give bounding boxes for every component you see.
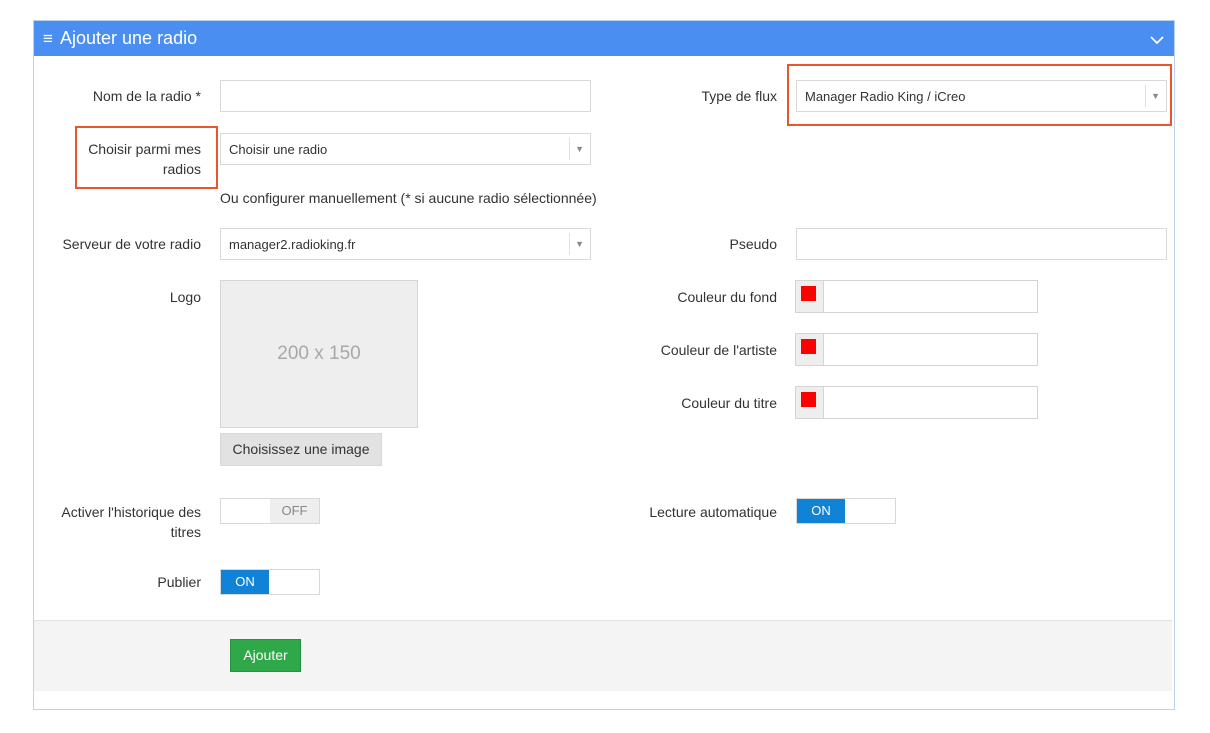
server-value: manager2.radioking.fr bbox=[229, 237, 356, 252]
pseudo-label: Pseudo bbox=[729, 236, 777, 252]
panel-title: Ajouter une radio bbox=[60, 28, 198, 48]
hamburger-icon: ≡ bbox=[43, 29, 53, 48]
pseudo-input[interactable] bbox=[796, 228, 1167, 260]
radio-name-input[interactable] bbox=[220, 80, 591, 112]
logo-label: Logo bbox=[169, 289, 201, 305]
chevron-down-icon[interactable] bbox=[1150, 32, 1164, 48]
flux-type-label: Type de flux bbox=[701, 88, 778, 104]
publish-toggle-on: ON bbox=[221, 570, 269, 594]
flux-type-select[interactable]: Manager Radio King / iCreo ▼ bbox=[796, 80, 1167, 112]
artist-color-field[interactable] bbox=[795, 333, 1038, 366]
choose-radio-value: Choisir une radio bbox=[229, 142, 328, 157]
publish-label: Publier bbox=[157, 574, 201, 590]
history-label: Activer l'historique des titres bbox=[61, 504, 201, 540]
artist-color-swatch[interactable] bbox=[801, 339, 816, 354]
autoplay-label: Lecture automatique bbox=[649, 504, 777, 520]
autoplay-toggle[interactable]: ON bbox=[796, 498, 896, 524]
caret-down-icon: ▼ bbox=[575, 239, 584, 249]
autoplay-toggle-on: ON bbox=[797, 499, 845, 523]
title-color-label: Couleur du titre bbox=[681, 395, 777, 411]
server-select[interactable]: manager2.radioking.fr ▼ bbox=[220, 228, 591, 260]
choose-image-button[interactable]: Choisissez une image bbox=[220, 433, 382, 466]
artist-color-label: Couleur de l'artiste bbox=[660, 342, 777, 358]
history-toggle[interactable]: OFF bbox=[220, 498, 320, 524]
panel-header[interactable]: ≡ Ajouter une radio bbox=[34, 21, 1174, 56]
logo-placeholder-image: 200 x 150 bbox=[220, 280, 418, 428]
title-color-swatch[interactable] bbox=[801, 392, 816, 407]
flux-type-value: Manager Radio King / iCreo bbox=[805, 89, 966, 104]
publish-toggle[interactable]: ON bbox=[220, 569, 320, 595]
choose-radio-select[interactable]: Choisir une radio ▼ bbox=[220, 133, 591, 165]
bg-color-label: Couleur du fond bbox=[677, 289, 777, 305]
choose-radio-label: Choisir parmi mes radios bbox=[88, 141, 201, 177]
history-toggle-off: OFF bbox=[270, 499, 319, 523]
radio-name-label: Nom de la radio * bbox=[92, 88, 201, 104]
manual-config-note: Ou configurer manuellement (* si aucune … bbox=[220, 190, 597, 206]
bg-color-swatch[interactable] bbox=[801, 286, 816, 301]
title-color-field[interactable] bbox=[795, 386, 1038, 419]
server-label: Serveur de votre radio bbox=[62, 236, 201, 252]
caret-down-icon: ▼ bbox=[575, 144, 584, 154]
bg-color-field[interactable] bbox=[795, 280, 1038, 313]
add-button[interactable]: Ajouter bbox=[230, 639, 301, 672]
form-footer: Ajouter bbox=[34, 620, 1172, 691]
caret-down-icon: ▼ bbox=[1151, 91, 1160, 101]
